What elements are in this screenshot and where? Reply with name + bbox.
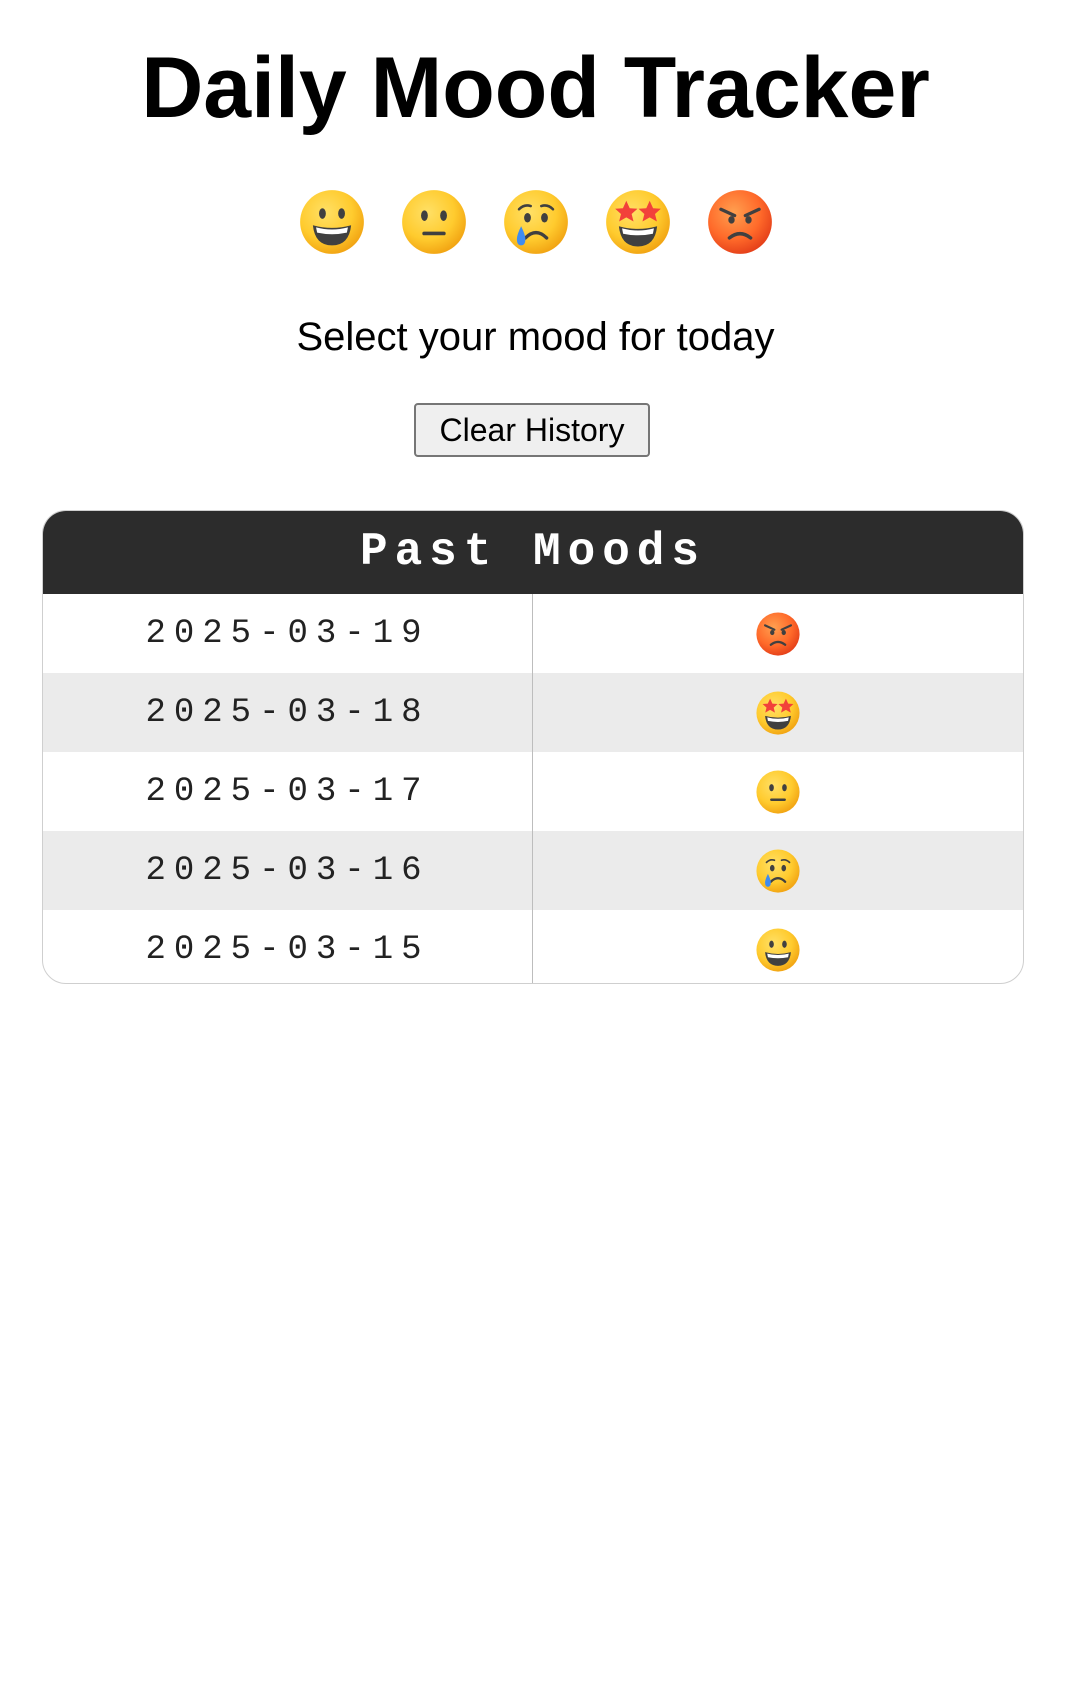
row-date: 2025-03-16 (43, 831, 533, 910)
row-date: 2025-03-15 (43, 910, 533, 983)
row-mood (533, 752, 1023, 831)
table-row: 2025-03-16 (43, 831, 1023, 910)
neutral-face-icon (401, 190, 466, 254)
mood-option-neutral[interactable] (400, 188, 468, 256)
mood-option-happy[interactable] (298, 188, 366, 256)
mood-option-angry[interactable] (706, 188, 774, 256)
mood-picker (0, 188, 1071, 256)
table-row: 2025-03-15 (43, 910, 1023, 983)
table-row: 2025-03-18 (43, 673, 1023, 752)
star-struck-face-icon (605, 190, 670, 254)
mood-option-sad[interactable] (502, 188, 570, 256)
row-date: 2025-03-17 (43, 752, 533, 831)
crying-face-icon (756, 848, 800, 893)
table-row: 2025-03-17 (43, 752, 1023, 831)
page-title: Daily Mood Tracker (141, 40, 930, 136)
row-date: 2025-03-18 (43, 673, 533, 752)
past-moods-header: Past Moods (43, 511, 1023, 594)
neutral-face-icon (756, 769, 800, 814)
grinning-face-icon (299, 190, 364, 254)
crying-face-icon (503, 190, 568, 254)
row-mood (533, 831, 1023, 910)
table-row: 2025-03-19 (43, 594, 1023, 673)
angry-face-icon (756, 611, 800, 656)
mood-option-excited[interactable] (604, 188, 672, 256)
row-date: 2025-03-19 (43, 594, 533, 673)
mood-prompt: Select your mood for today (296, 315, 775, 359)
row-mood (533, 910, 1023, 983)
row-mood (533, 673, 1023, 752)
row-mood (533, 594, 1023, 673)
grinning-face-icon (756, 927, 800, 972)
angry-face-icon (707, 190, 772, 254)
star-struck-face-icon (756, 690, 800, 735)
past-moods-table: Past Moods 2025-03-19 2025-03-18 2025-03… (42, 510, 1024, 984)
clear-history-button[interactable]: Clear History (414, 403, 650, 457)
